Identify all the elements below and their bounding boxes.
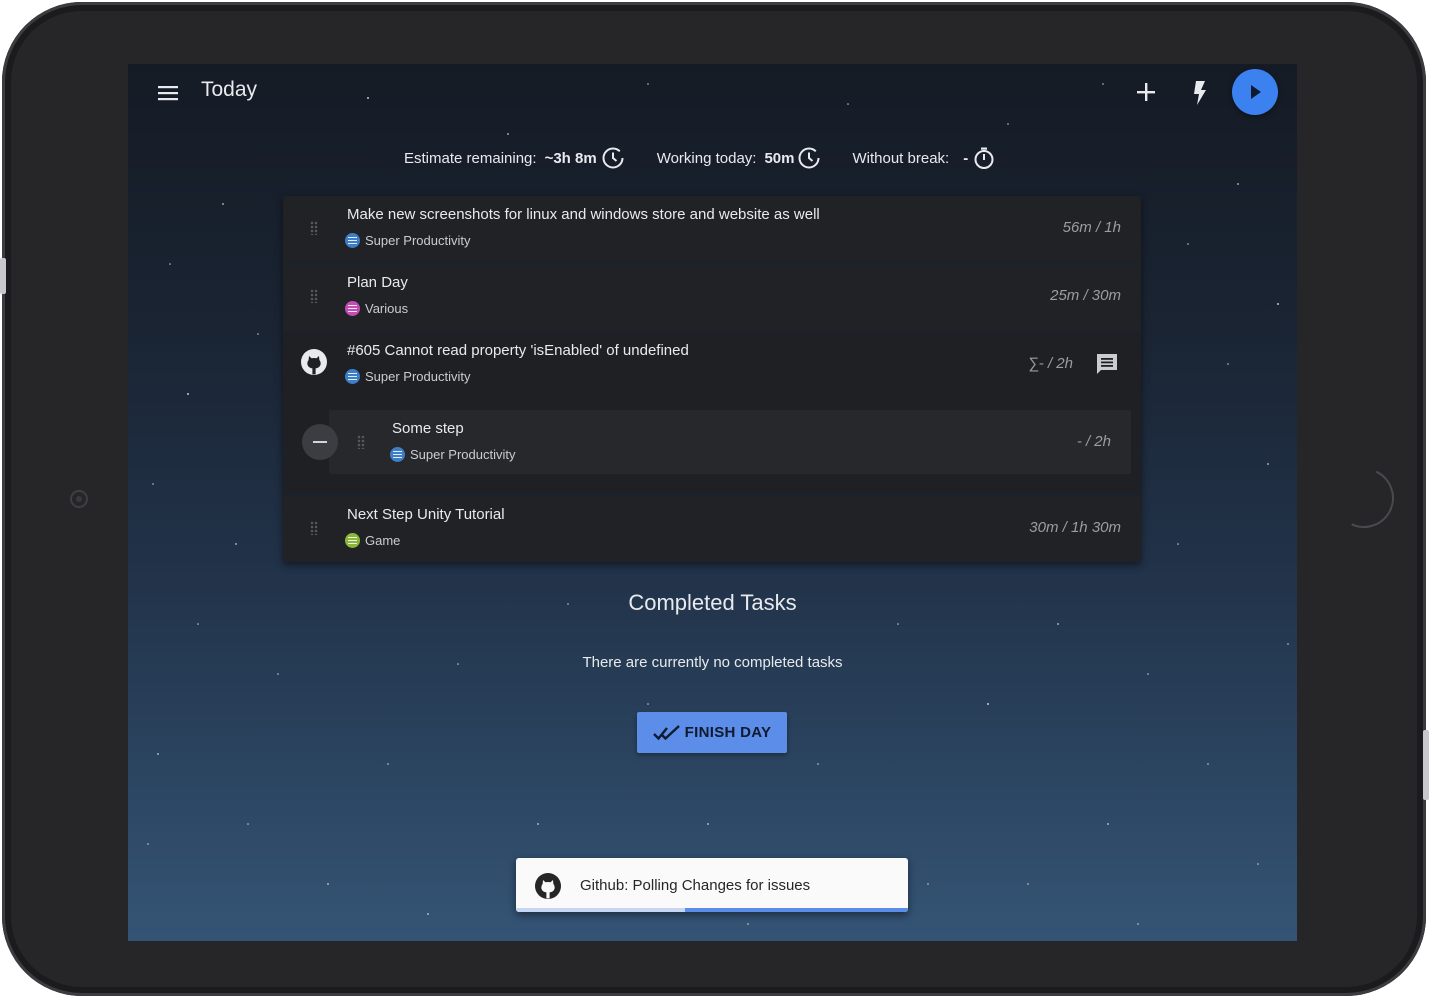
timer-icon	[974, 147, 994, 169]
camera-icon	[70, 490, 88, 508]
task-item[interactable]: Plan Day Various 25m / 30m	[283, 264, 1141, 332]
task-item[interactable]: Next Step Unity Tutorial Game 30m / 1h 3…	[283, 496, 1141, 562]
github-icon	[535, 873, 561, 899]
project-list-icon	[345, 233, 360, 248]
minus-icon	[313, 441, 327, 443]
task-time: 30m / 1h 30m	[1029, 519, 1121, 536]
done-all-icon	[652, 724, 680, 740]
subtask-item[interactable]: Some step Super Productivity - / 2h	[302, 410, 1131, 474]
project-tag: Various	[345, 301, 408, 316]
comment-icon[interactable]	[1095, 352, 1119, 376]
stats-bar: Estimate remaining: ~3h 8m Working today…	[404, 144, 996, 172]
project-name: Various	[365, 301, 409, 316]
completed-tasks-title: Completed Tasks	[628, 590, 797, 615]
project-list-icon	[345, 369, 360, 384]
task-time: 25m / 30m	[1050, 287, 1121, 304]
estimate-value: ~3h 8m	[544, 149, 597, 167]
project-tag: Game	[345, 533, 400, 548]
task-item[interactable]: Make new screenshots for linux and windo…	[283, 196, 1141, 264]
collapse-subtasks-button[interactable]	[302, 424, 338, 460]
menu-icon[interactable]	[156, 83, 180, 103]
finish-day-button[interactable]: FINISH DAY	[637, 712, 787, 753]
project-list-icon	[345, 301, 360, 316]
page-title: Today	[201, 78, 258, 101]
project-tag: Super Productivity	[345, 233, 471, 248]
estimate-label: Estimate remaining:	[404, 149, 537, 167]
task-title: #605 Cannot read property 'isEnabled' of…	[347, 342, 689, 359]
drag-handle-icon[interactable]	[310, 521, 318, 535]
project-tag: Super Productivity	[345, 369, 471, 384]
project-name: Super Productivity	[365, 233, 471, 248]
project-list-icon	[390, 447, 405, 462]
drag-handle-icon[interactable]	[357, 435, 365, 449]
drag-handle-icon[interactable]	[310, 221, 318, 235]
task-title: Make new screenshots for linux and windo…	[347, 206, 820, 223]
snackbar-progress-bar	[684, 908, 908, 912]
project-name: Game	[365, 533, 401, 548]
subtask-time: - / 2h	[1076, 433, 1111, 450]
add-icon[interactable]	[1134, 80, 1158, 104]
power-button	[1423, 730, 1429, 800]
no-completed-message: There are currently no completed tasks	[582, 654, 843, 671]
break-value: -	[963, 149, 969, 167]
project-name: Super Productivity	[410, 447, 516, 462]
play-button[interactable]	[1232, 69, 1278, 115]
project-name: Super Productivity	[365, 369, 471, 384]
task-time: 56m / 1h	[1062, 219, 1121, 236]
finish-day-label: FINISH DAY	[684, 724, 772, 741]
task-time: ∑- / 2h	[1028, 355, 1073, 372]
drag-handle-icon[interactable]	[310, 289, 318, 303]
bolt-icon[interactable]	[1188, 79, 1212, 107]
task-title: Next Step Unity Tutorial	[347, 506, 505, 523]
project-list-icon	[345, 533, 360, 548]
break-label: Without break:	[852, 149, 950, 167]
snackbar: Github: Polling Changes for issues	[516, 858, 908, 912]
snackbar-message: Github: Polling Changes for issues	[580, 877, 811, 894]
project-tag: Super Productivity	[390, 447, 516, 462]
working-label: Working today:	[656, 149, 757, 167]
clock-icon	[602, 147, 624, 169]
volume-button	[0, 258, 6, 294]
task-item-with-subtasks[interactable]: #605 Cannot read property 'isEnabled' of…	[283, 332, 1141, 496]
play-icon	[1251, 85, 1261, 99]
github-icon	[301, 349, 327, 375]
subtask-title: Some step	[392, 420, 464, 437]
working-value: 50m	[764, 149, 795, 167]
task-list: Make new screenshots for linux and windo…	[283, 196, 1141, 562]
app-screen: Today Estimate remaining: ~3h 8m Working…	[128, 64, 1297, 941]
task-title: Plan Day	[347, 274, 408, 291]
clock-icon	[798, 147, 819, 169]
